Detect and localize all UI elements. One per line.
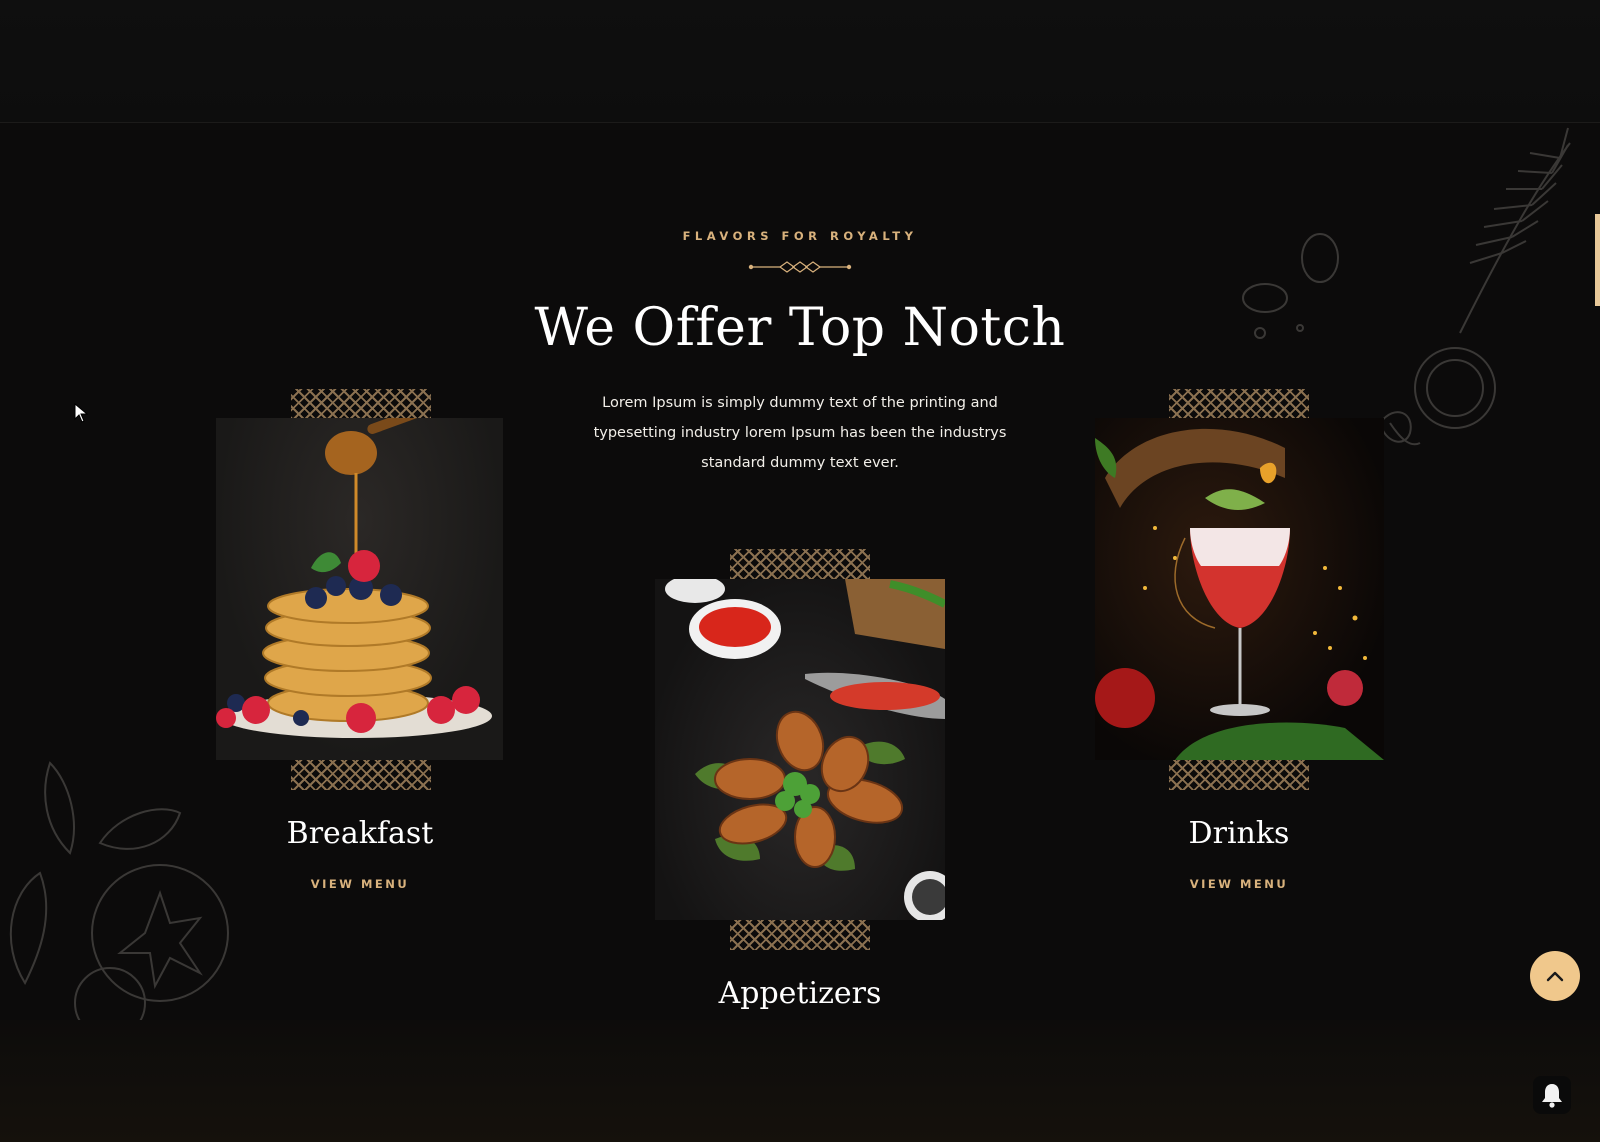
mouse-pointer-icon bbox=[74, 403, 89, 423]
appetizers-image[interactable] bbox=[655, 579, 945, 920]
drinks-view-menu-link[interactable]: VIEW MENU bbox=[1089, 877, 1389, 891]
section-description: Lorem Ipsum is simply dummy text of the … bbox=[593, 395, 1007, 471]
gold-pattern-top bbox=[1169, 389, 1309, 419]
gold-pattern-top bbox=[730, 549, 870, 579]
scroll-to-top-button[interactable] bbox=[1530, 951, 1580, 1001]
footer-band bbox=[0, 1020, 1600, 1142]
gold-pattern-bottom bbox=[291, 760, 431, 790]
breakfast-image[interactable] bbox=[216, 418, 503, 760]
chevron-up-icon bbox=[1546, 971, 1564, 982]
section-title: We Offer Top Notch bbox=[534, 298, 1066, 358]
top-header-bar bbox=[0, 0, 1600, 123]
breakfast-title: Breakfast bbox=[286, 816, 434, 851]
breakfast-view-menu-link[interactable]: VIEW MENU bbox=[210, 877, 510, 891]
appetizers-title: Appetizers bbox=[718, 976, 882, 1011]
gold-pattern-bottom bbox=[1169, 760, 1309, 790]
drinks-image[interactable] bbox=[1095, 418, 1384, 760]
gold-pattern-top bbox=[291, 389, 431, 419]
side-tab[interactable] bbox=[1595, 214, 1600, 306]
ornament-divider-icon bbox=[748, 261, 852, 273]
section-eyebrow: FLAVORS FOR ROYALTY bbox=[682, 229, 918, 243]
bell-icon bbox=[1542, 1084, 1562, 1108]
drinks-title: Drinks bbox=[1188, 816, 1290, 851]
notification-button[interactable] bbox=[1533, 1076, 1571, 1114]
gold-pattern-bottom bbox=[730, 920, 870, 950]
